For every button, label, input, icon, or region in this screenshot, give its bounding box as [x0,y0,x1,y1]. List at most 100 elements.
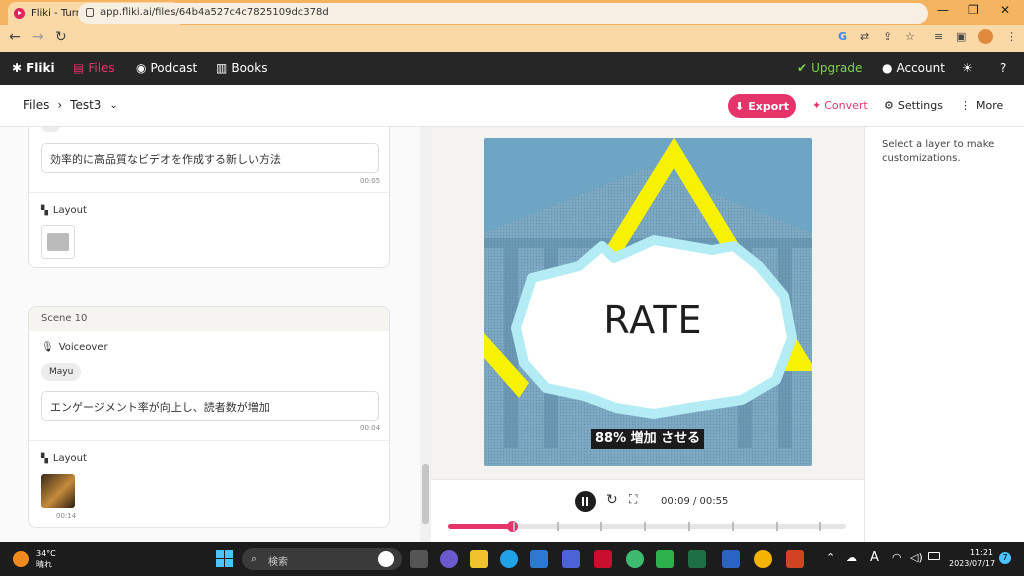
scene-marker[interactable] [688,522,691,531]
chrome-profile-icon[interactable] [626,550,644,568]
maximize-icon[interactable]: ❐ [968,3,979,17]
settings-button[interactable]: ⚙ Settings [884,99,943,112]
store-icon[interactable] [530,550,548,568]
voice-pill[interactable]: Mayu [41,363,82,381]
account-link[interactable]: ● Account [882,61,945,75]
media-duration: 00:14 [56,512,77,520]
scene-text-input[interactable]: 効率的に高品質なビデオを作成する新しい方法 [41,143,379,173]
breadcrumb-files[interactable]: Files [23,98,49,112]
layout-label: Layout [52,453,87,464]
reading-list-icon[interactable]: ≡ [934,30,943,43]
cloud-icon[interactable]: ☁ [846,551,857,564]
scene-marker[interactable] [644,522,647,531]
nav-files[interactable]: ▤ Files [73,61,115,75]
battery-icon[interactable] [928,552,940,560]
clipchamp-icon[interactable] [562,550,580,568]
voice-pill[interactable]: . [41,127,60,132]
layout-icon: ▚ [41,205,48,216]
clock[interactable]: 11:21 2023/07/17 [949,547,995,569]
file-icon: ▤ [73,61,85,75]
scene-title[interactable]: Scene 10 [29,307,389,331]
google-icon[interactable]: G [838,30,847,43]
nav-books[interactable]: ▥ Books [216,61,267,75]
teams-icon[interactable] [440,550,458,568]
bookmark-star-icon[interactable]: ☆ [905,30,915,43]
edge-icon[interactable] [500,550,518,568]
pause-icon [582,497,584,506]
export-button[interactable]: ⬇ Export [728,94,796,118]
fliki-logo[interactable]: ✱ Fliki [12,61,55,75]
layout-thumbnail[interactable] [41,474,75,508]
windows-start-icon[interactable] [216,550,233,567]
more-button[interactable]: ⋮ More [960,99,1003,112]
help-icon[interactable]: ? [1000,61,1006,75]
nav-podcast[interactable]: ◉ Podcast [136,61,197,75]
ime-indicator[interactable]: A [870,550,879,565]
notification-badge[interactable]: 7 [999,552,1011,564]
share-icon[interactable]: ⇪ [883,30,892,43]
voiceover-section-label: 🎙 Voiceover [41,342,108,353]
url-field[interactable]: app.fliki.ai/files/64b4a527c4c7825109dc3… [78,3,928,24]
excel-icon[interactable] [688,550,706,568]
scene-marker[interactable] [775,522,778,531]
wifi-icon[interactable]: ◠ [892,551,902,564]
volume-icon[interactable]: ◁) [910,551,923,564]
minimize-icon[interactable]: — [937,3,949,17]
forward-icon[interactable]: → [32,29,44,45]
export-label: Export [748,99,789,113]
weather-widget[interactable]: 34°C 晴れ [36,548,56,570]
powerpoint-icon[interactable] [786,550,804,568]
breadcrumb: Files › Test3 ⌄ [23,98,118,112]
task-view-icon[interactable] [410,550,428,568]
windows-taskbar: 34°C 晴れ ⌕ 検索 ⌃ ☁ A ◠ ◁) 11:21 2023/07/17… [0,542,1024,576]
divider [29,440,389,441]
file-name[interactable]: Test3 [70,98,101,112]
layout-thumbnail[interactable] [41,225,75,259]
word-icon[interactable] [722,550,740,568]
back-icon[interactable]: ← [9,29,21,45]
convert-label: Convert [824,99,868,112]
translate-icon[interactable]: ⇄ [860,30,869,43]
podcast-icon: ◉ [136,61,147,75]
weather-sun-icon[interactable] [13,551,29,567]
scene-marker[interactable] [819,522,822,531]
chrome-menu-icon[interactable]: ⋮ [1006,30,1017,43]
evernote-icon[interactable] [656,550,674,568]
scene-text-input[interactable]: エンゲージメント率が向上し、読者数が増加 [41,391,379,421]
side-panel-icon[interactable]: ▣ [956,30,966,43]
scene-marker[interactable] [556,522,559,531]
replay-icon[interactable]: ↻ [606,492,618,508]
taskbar-search[interactable]: ⌕ 検索 [242,548,402,570]
timeline-track[interactable] [448,521,846,532]
upgrade-link[interactable]: ✔ Upgrade [797,61,862,75]
more-vertical-icon: ⋮ [960,99,971,112]
time-readout: 00:09 / 00:55 [661,496,729,507]
pause-button[interactable] [575,491,596,512]
voiceover-label: Voiceover [58,342,108,353]
theme-toggle-icon[interactable]: ☀ [962,61,973,75]
close-window-icon[interactable]: ✕ [1000,3,1010,17]
timeline-progress [448,524,512,529]
profile-avatar[interactable] [978,29,993,44]
image-placeholder-icon [47,233,69,251]
fullscreen-icon[interactable]: ⛶ [629,492,637,507]
layout-icon: ▚ [41,453,48,464]
chevron-down-icon[interactable]: ⌄ [109,100,117,111]
scrollbar-thumb[interactable] [422,464,429,524]
preview-subtitle: 88% 増加 させる [591,429,705,449]
video-preview-frame[interactable]: RATE 88% 増加 させる [484,138,812,466]
chrome-icon[interactable] [754,550,772,568]
brand-name: Fliki [26,61,55,75]
scene-marker[interactable] [512,522,515,531]
fliki-gear-icon: ✱ [12,61,23,75]
scene-marker[interactable] [600,522,603,531]
bing-icon [378,551,394,567]
reload-icon[interactable]: ↻ [55,29,67,45]
weather-desc: 晴れ [36,560,52,569]
scene-marker[interactable] [731,522,734,531]
file-explorer-icon[interactable] [470,550,488,568]
mcafee-icon[interactable] [594,550,612,568]
scene-list-scrollbar[interactable] [420,127,431,542]
chevron-up-icon[interactable]: ⌃ [826,551,835,564]
convert-button[interactable]: ✦ Convert [812,99,868,112]
